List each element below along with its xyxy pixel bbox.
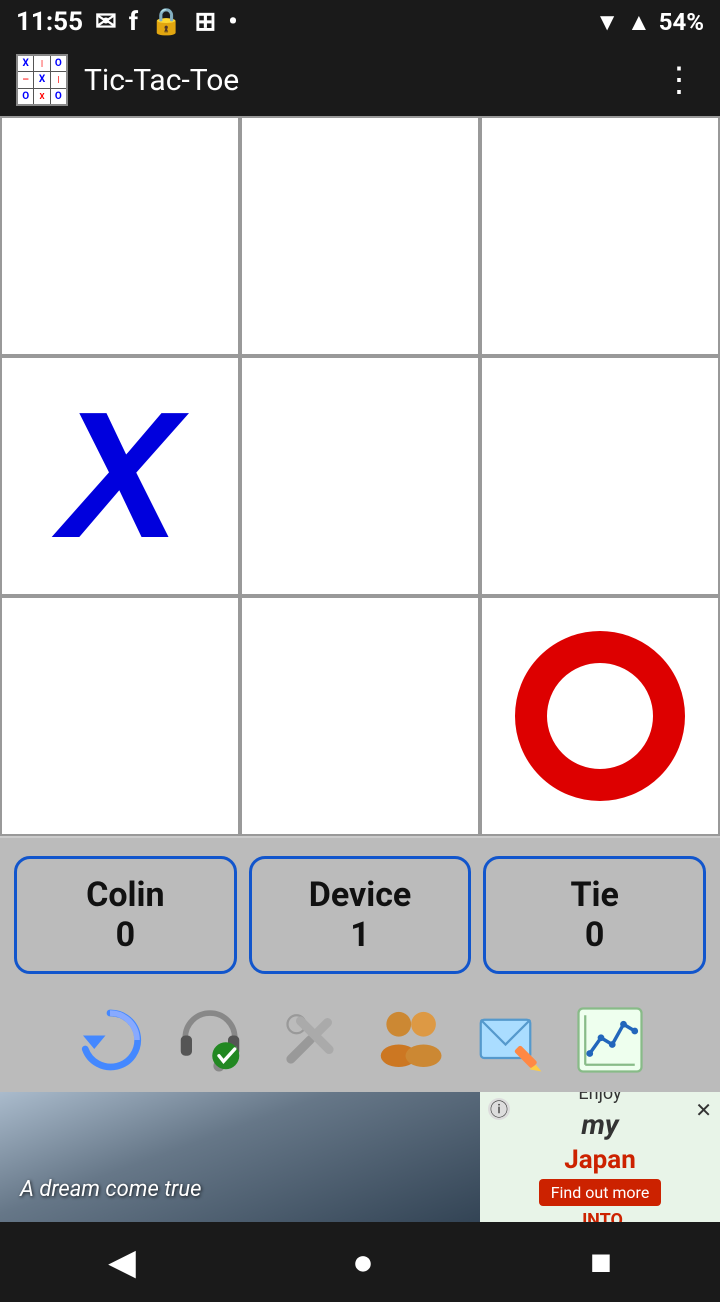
dot-icon: • xyxy=(228,7,237,37)
cell-5[interactable] xyxy=(480,356,720,596)
app-logo: X | O — X | O X O xyxy=(16,54,68,106)
score-tie-value: 0 xyxy=(585,915,605,955)
ad-enjoy-text: Enjoy xyxy=(578,1092,621,1104)
cell-1[interactable] xyxy=(240,116,480,356)
score-box-colin: Colin 0 xyxy=(14,856,237,974)
nav-bar: ◀ ● ■ xyxy=(0,1222,720,1302)
back-button[interactable]: ◀ xyxy=(84,1233,160,1291)
score-section: Colin 0 Device 1 Tie 0 xyxy=(0,838,720,992)
ad-info-icon[interactable]: ⓘ xyxy=(488,1098,510,1120)
score-tie-label: Tie xyxy=(570,875,618,915)
ad-japan-text: Japan xyxy=(564,1145,636,1175)
cast-icon: ⊞ xyxy=(194,7,216,37)
home-button[interactable]: ● xyxy=(328,1233,398,1291)
audio-icon[interactable] xyxy=(174,1004,246,1076)
app-bar: X | O — X | O X O Tic-Tac-Toe ⋮ xyxy=(0,44,720,116)
mail-icon[interactable] xyxy=(474,1004,546,1076)
score-device-label: Device xyxy=(309,875,412,915)
o-mark xyxy=(515,631,685,801)
x-mark: X xyxy=(60,386,180,566)
ad-close-button[interactable]: ✕ xyxy=(695,1098,712,1122)
cell-0[interactable] xyxy=(0,116,240,356)
ad-my-text: my xyxy=(581,1108,618,1141)
status-right: ▼ ▲ 54% xyxy=(595,8,704,37)
recent-button[interactable]: ■ xyxy=(566,1233,636,1291)
users-icon[interactable] xyxy=(374,1004,446,1076)
ad-image: A dream come true xyxy=(0,1092,480,1222)
score-device-value: 1 xyxy=(350,915,370,955)
ad-background xyxy=(0,1092,480,1222)
lock-icon: 🔒 xyxy=(150,7,182,37)
facebook-icon: f xyxy=(129,7,138,37)
toolbar xyxy=(0,992,720,1092)
settings-icon[interactable] xyxy=(274,1004,346,1076)
gmail-icon: ✉ xyxy=(95,7,117,37)
score-box-tie: Tie 0 xyxy=(483,856,706,974)
status-bar: 11:55 ✉ f 🔒 ⊞ • ▼ ▲ 54% xyxy=(0,0,720,44)
game-board: X xyxy=(0,116,720,838)
app-title: Tic-Tac-Toe xyxy=(84,63,638,98)
cell-8[interactable] xyxy=(480,596,720,836)
cell-3[interactable]: X xyxy=(0,356,240,596)
status-left: 11:55 ✉ f 🔒 ⊞ • xyxy=(16,7,238,37)
status-time: 11:55 xyxy=(16,7,83,37)
ad-find-button[interactable]: Find out more xyxy=(539,1179,662,1206)
ad-left-text: A dream come true xyxy=(20,1177,201,1202)
score-box-device: Device 1 xyxy=(249,856,472,974)
battery-text: 54% xyxy=(659,8,704,36)
chart-icon[interactable] xyxy=(574,1004,646,1076)
ad-banner[interactable]: A dream come true ⓘ ✕ Enjoy my Japan Fin… xyxy=(0,1092,720,1222)
score-colin-value: 0 xyxy=(116,915,136,955)
more-button[interactable]: ⋮ xyxy=(654,56,704,104)
score-colin-label: Colin xyxy=(86,875,165,915)
wifi-icon: ▼ xyxy=(595,8,619,37)
cell-2[interactable] xyxy=(480,116,720,356)
ad-org-text: JNTO xyxy=(577,1210,623,1222)
signal-icon: ▲ xyxy=(627,8,651,37)
cell-6[interactable] xyxy=(0,596,240,836)
cell-7[interactable] xyxy=(240,596,480,836)
refresh-icon[interactable] xyxy=(74,1004,146,1076)
ad-right-panel: ⓘ ✕ Enjoy my Japan Find out more JNTO xyxy=(480,1092,720,1222)
cell-4[interactable] xyxy=(240,356,480,596)
